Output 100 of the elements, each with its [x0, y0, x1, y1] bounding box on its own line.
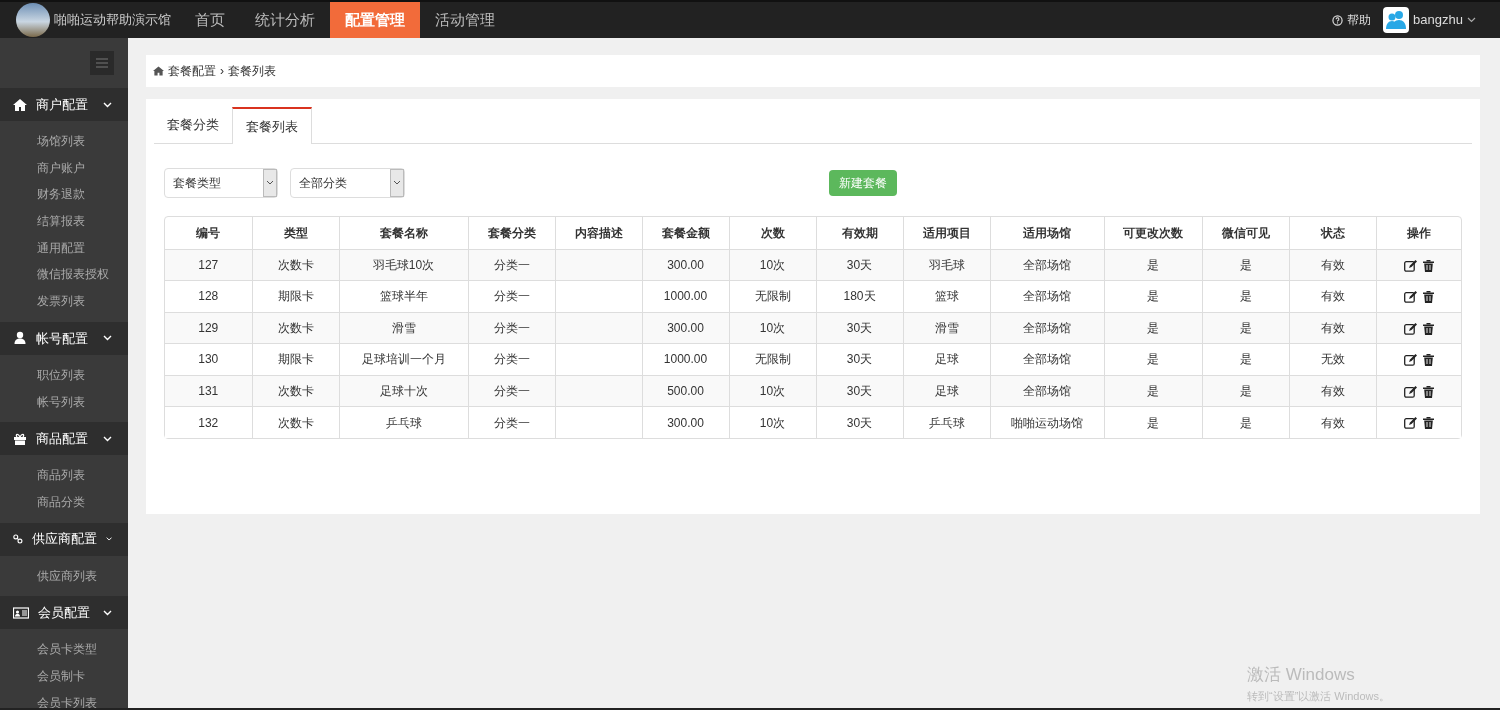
sidebar-item[interactable]: 场馆列表 [0, 128, 128, 155]
table-cell: 足球 [934, 352, 959, 367]
home-icon [153, 66, 164, 76]
edit-icon[interactable] [1403, 259, 1417, 272]
table-cell: 分类一 [493, 289, 530, 304]
trash-icon[interactable] [1422, 385, 1434, 398]
table-cell: 10次 [759, 257, 786, 272]
sidebar-item[interactable]: 商品列表 [0, 462, 128, 489]
table-cell: 滑雪 [934, 320, 959, 335]
sidebar-item[interactable]: 商品分类 [0, 488, 128, 516]
table-cell: 是 [1239, 320, 1252, 335]
column-header: 状态 [1289, 217, 1376, 249]
nav-tab[interactable]: 配置管理 [330, 2, 420, 38]
table-cell: 乒乓球 [385, 415, 422, 430]
table-cell: 1000.00 [663, 352, 708, 367]
table-cell: 是 [1239, 289, 1252, 304]
table-cell: 128 [198, 289, 219, 304]
table-cell: 129 [198, 320, 219, 335]
table-cell: 是 [1239, 383, 1252, 398]
table-cell: 次数卡 [277, 257, 314, 272]
user-menu[interactable]: bangzhu [1383, 7, 1476, 33]
sidebar-group[interactable]: 帐号配置 [0, 321, 128, 355]
menu-icon [96, 58, 108, 68]
table-cell: 次数卡 [277, 320, 314, 335]
sidebar-item[interactable]: 财务退款 [0, 181, 128, 209]
table-cell: 分类一 [493, 415, 530, 430]
sidebar-item[interactable]: 结算报表 [0, 208, 128, 235]
nav-tab[interactable]: 活动管理 [420, 2, 510, 38]
help-icon [1332, 14, 1344, 26]
sidebar-item[interactable]: 供应商列表 [0, 562, 128, 590]
table-cell: 30天 [846, 415, 873, 430]
breadcrumb-link[interactable]: 套餐配置 [168, 62, 216, 80]
trash-icon[interactable] [1422, 322, 1434, 335]
dropdown-field[interactable]: 全部分类 [290, 168, 405, 198]
nav-tab[interactable]: 首页 [180, 2, 240, 38]
sidebar-group[interactable]: 供应商配置 [0, 522, 128, 556]
sidebar-item[interactable]: 微信报表授权 [0, 261, 128, 289]
table-cell: 是 [1147, 352, 1159, 367]
user-icon [13, 331, 27, 346]
sidebar-group[interactable]: 商品配置 [0, 422, 128, 456]
table-cell: 期限卡 [277, 352, 314, 367]
home-icon [13, 97, 27, 112]
dropdown-field[interactable]: 套餐类型 [164, 168, 278, 198]
edit-icon[interactable] [1403, 322, 1417, 335]
column-header: 编号 [165, 217, 252, 249]
logo-picture [16, 3, 50, 37]
table-cell: 10次 [759, 320, 786, 335]
table-cell: 300.00 [667, 257, 704, 272]
table-cell: 分类一 [493, 352, 530, 367]
table-cell: 131 [198, 383, 219, 398]
table-cell: 分类一 [493, 320, 530, 335]
column-header: 适用项目 [903, 217, 990, 249]
sidebar-group[interactable]: 会员配置 [0, 596, 128, 630]
sidebar-item[interactable]: 职位列表 [0, 361, 128, 389]
table-cell: 乒乓球 [928, 415, 965, 430]
table-cell: 有效 [1320, 415, 1345, 430]
nav-tab[interactable]: 统计分析 [240, 2, 330, 38]
sidebar-item[interactable]: 发票列表 [0, 288, 128, 315]
table-cell: 是 [1147, 415, 1159, 430]
help-link[interactable]: 帮助 [1332, 11, 1372, 29]
trash-icon[interactable] [1422, 354, 1434, 367]
table-cell: 全部场馆 [1023, 383, 1071, 398]
column-header: 套餐金额 [642, 217, 729, 249]
sidebar-item[interactable]: 商户账户 [0, 154, 128, 182]
table-cell: 分类一 [493, 257, 530, 272]
sidebar-item[interactable]: 会员卡类型 [0, 636, 128, 663]
table-cell: 全部场馆 [1023, 320, 1071, 335]
site-title: 啪啪运动帮助演示馆 [54, 11, 171, 30]
column-header: 套餐分类 [468, 217, 555, 249]
menu-toggle-button[interactable] [90, 51, 114, 75]
edit-icon[interactable] [1403, 354, 1417, 367]
table-cell: 300.00 [667, 415, 704, 430]
table-cell: 127 [198, 257, 219, 272]
sidebar-item[interactable]: 会员卡列表 [0, 689, 128, 708]
edit-icon[interactable] [1403, 291, 1417, 304]
trash-icon[interactable] [1422, 259, 1434, 272]
table-cell: 篮球 [934, 289, 959, 304]
table-cell: 足球培训一个月 [361, 352, 446, 367]
column-header: 微信可见 [1202, 217, 1289, 249]
edit-icon[interactable] [1403, 417, 1417, 430]
tab[interactable]: 套餐列表 [232, 107, 312, 144]
table-cell: 分类一 [493, 383, 530, 398]
table-cell: 有效 [1320, 383, 1345, 398]
trash-icon[interactable] [1422, 417, 1434, 430]
edit-icon[interactable] [1403, 385, 1417, 398]
table-cell: 130 [198, 352, 219, 367]
trash-icon[interactable] [1422, 291, 1434, 304]
table-cell: 无限制 [754, 289, 791, 304]
table-cell: 是 [1239, 257, 1252, 272]
sidebar-group[interactable]: 商户配置 [0, 88, 128, 121]
sidebar-item[interactable]: 通用配置 [0, 234, 128, 262]
table-cell: 全部场馆 [1023, 352, 1071, 367]
table-cell: 羽毛球 [928, 257, 965, 272]
table-cell: 滑雪 [391, 320, 416, 335]
table-cell: 10次 [759, 383, 786, 398]
tab[interactable]: 套餐分类 [154, 107, 232, 143]
breadcrumb-link[interactable]: 套餐列表 [228, 62, 276, 80]
sidebar-item[interactable]: 会员制卡 [0, 662, 128, 690]
sidebar-item[interactable]: 帐号列表 [0, 388, 128, 416]
chevron-icon [103, 435, 112, 442]
